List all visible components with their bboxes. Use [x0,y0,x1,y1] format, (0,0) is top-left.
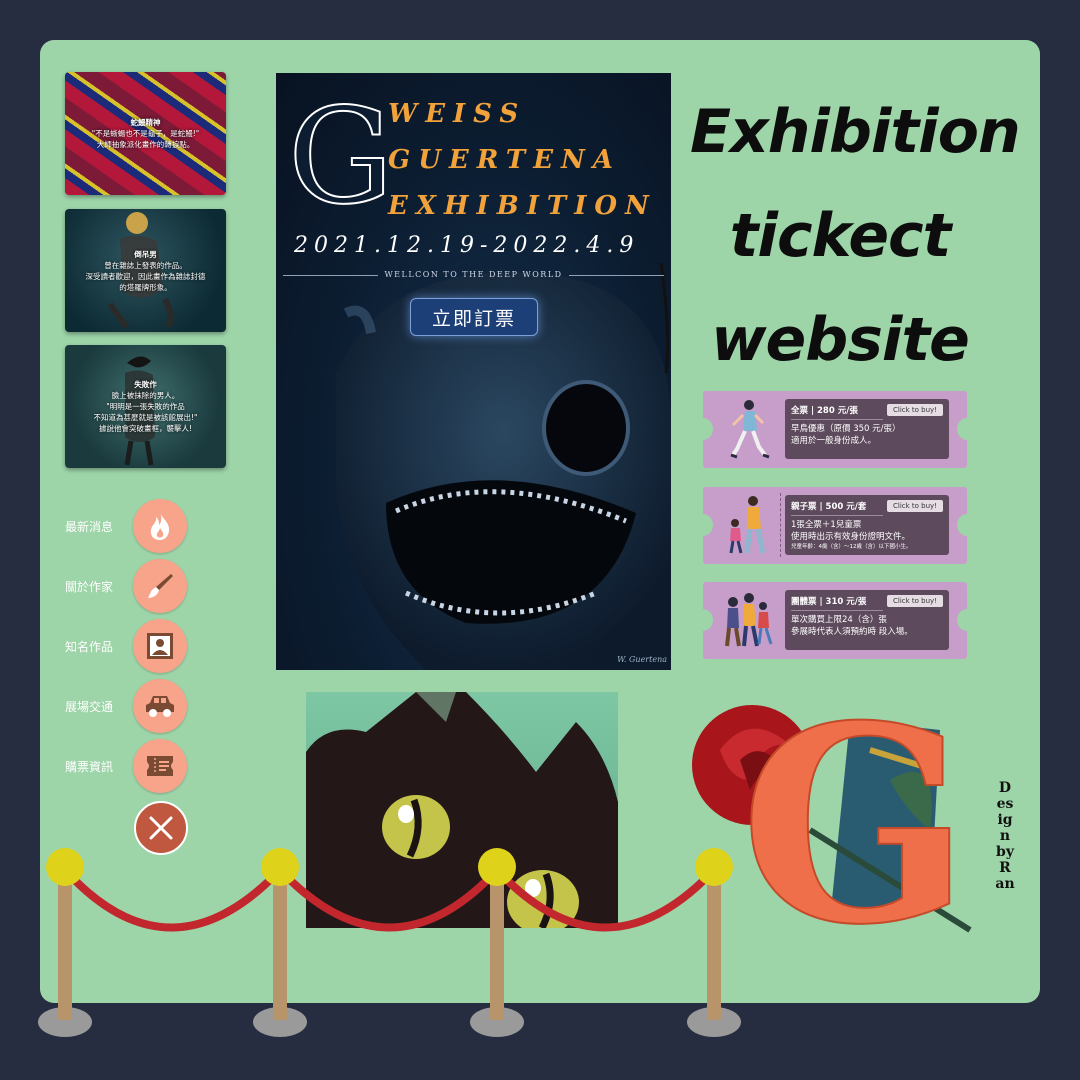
stanchion-post [58,870,72,1020]
artwork-desc-line: 曾在雜誌上發表的作品。 [104,260,187,270]
stanchion-top [478,848,516,886]
stanchion-top [261,848,299,886]
g-logo-letter: G [739,666,972,984]
artwork-desc-line: 深受讀者歡迎，因此畫作為雜誌封德 [85,271,206,281]
design-credit: Design by Ran [995,780,1015,892]
artwork-desc-line: 據說他會突破畫框，襲擊人! [98,424,192,433]
artwork-desc-line: "明明是一張失敗的作品 [106,402,185,411]
artwork-desc-line: 不知道為甚麼就是被該館展出!" [93,413,198,422]
artwork-desc-line: 的塔羅牌形象。 [119,282,172,292]
artwork-desc-line: 大師抽象派化畫作的轉捩點。 [96,140,195,149]
artwork-title: 失敗作 [134,380,157,389]
artwork-desc-line: "不是蜥蜴也不是龜子，是蛇鰻!" [91,129,200,138]
artwork-thumbnail-3[interactable]: 失敗作 臉上被抹除的男人。 "明明是一張失敗的作品 不知道為甚麼就是被該館展出!… [65,345,226,468]
stanchion-post [273,870,287,1020]
artwork-title: 倒吊男 [134,249,157,259]
stanchion-post [490,870,504,1020]
stanchion-top [46,848,84,886]
artwork-thumbnail-2[interactable]: 倒吊男 曾在雜誌上發表的作品。 深受讀者歡迎，因此畫作為雜誌封德 的塔羅牌形象。 [65,209,226,332]
artwork-title: 蛇鰻精神 [130,118,161,127]
artwork-desc-line: 臉上被抹除的男人。 [111,391,180,400]
